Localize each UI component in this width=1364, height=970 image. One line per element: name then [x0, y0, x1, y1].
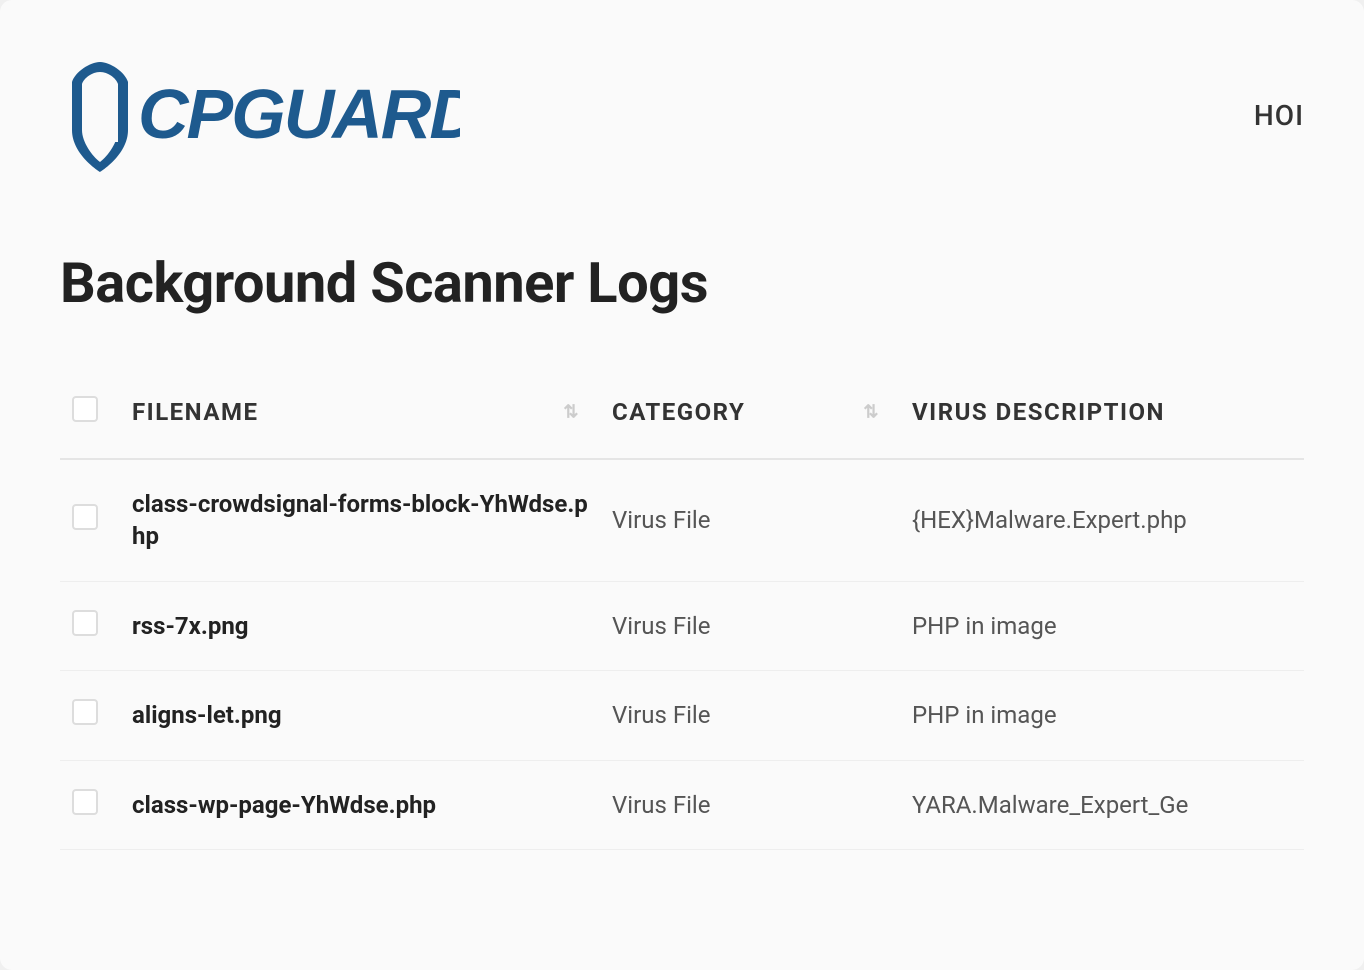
row-checkbox[interactable] — [72, 610, 98, 636]
cpguard-logo-icon: CPGUARD — [60, 50, 460, 180]
category-cell: Virus File — [600, 671, 900, 760]
header-virus-label: VIRUS DESCRIPTION — [912, 398, 1165, 426]
logo[interactable]: CPGUARD — [60, 50, 460, 180]
header-virus[interactable]: VIRUS DESCRIPTION — [900, 366, 1304, 459]
row-checkbox[interactable] — [72, 504, 98, 530]
header-filename[interactable]: FILENAME ⇅ — [120, 366, 600, 459]
category-cell: Virus File — [600, 581, 900, 670]
table-row: rss-7x.png Virus File PHP in image — [60, 581, 1304, 670]
nav-home[interactable]: HOI — [1254, 99, 1304, 132]
page-title: Background Scanner Logs — [0, 220, 1364, 366]
table-row: aligns-let.png Virus File PHP in image — [60, 671, 1304, 760]
sort-icon: ⇅ — [563, 402, 580, 423]
row-checkbox[interactable] — [72, 789, 98, 815]
virus-cell: PHP in image — [900, 671, 1304, 760]
filename-cell[interactable]: class-crowdsignal-forms-block-YhWdse.php — [120, 459, 600, 581]
sort-icon: ⇅ — [863, 402, 880, 423]
scanner-logs-table: FILENAME ⇅ CATEGORY ⇅ VIRUS DESCRIPTION … — [60, 366, 1304, 850]
select-all-checkbox[interactable] — [72, 396, 98, 422]
virus-cell: PHP in image — [900, 581, 1304, 670]
table-container: FILENAME ⇅ CATEGORY ⇅ VIRUS DESCRIPTION … — [0, 366, 1364, 850]
row-checkbox[interactable] — [72, 699, 98, 725]
filename-cell[interactable]: aligns-let.png — [120, 671, 600, 760]
table-header-row: FILENAME ⇅ CATEGORY ⇅ VIRUS DESCRIPTION — [60, 366, 1304, 459]
category-cell: Virus File — [600, 459, 900, 581]
header-filename-label: FILENAME — [132, 398, 258, 426]
filename-cell[interactable]: class-wp-page-YhWdse.php — [120, 760, 600, 849]
table-row: class-crowdsignal-forms-block-YhWdse.php… — [60, 459, 1304, 581]
category-cell: Virus File — [600, 760, 900, 849]
header-select-all — [60, 366, 120, 459]
virus-cell: {HEX}Malware.Expert.php — [900, 459, 1304, 581]
table-row: class-wp-page-YhWdse.php Virus File YARA… — [60, 760, 1304, 849]
virus-cell: YARA.Malware_Expert_Ge — [900, 760, 1304, 849]
svg-text:CPGUARD: CPGUARD — [138, 75, 460, 153]
page-container: CPGUARD HOI Background Scanner Logs FILE… — [0, 0, 1364, 970]
header-category[interactable]: CATEGORY ⇅ — [600, 366, 900, 459]
filename-cell[interactable]: rss-7x.png — [120, 581, 600, 670]
header-category-label: CATEGORY — [612, 398, 745, 426]
header: CPGUARD HOI — [0, 0, 1364, 220]
